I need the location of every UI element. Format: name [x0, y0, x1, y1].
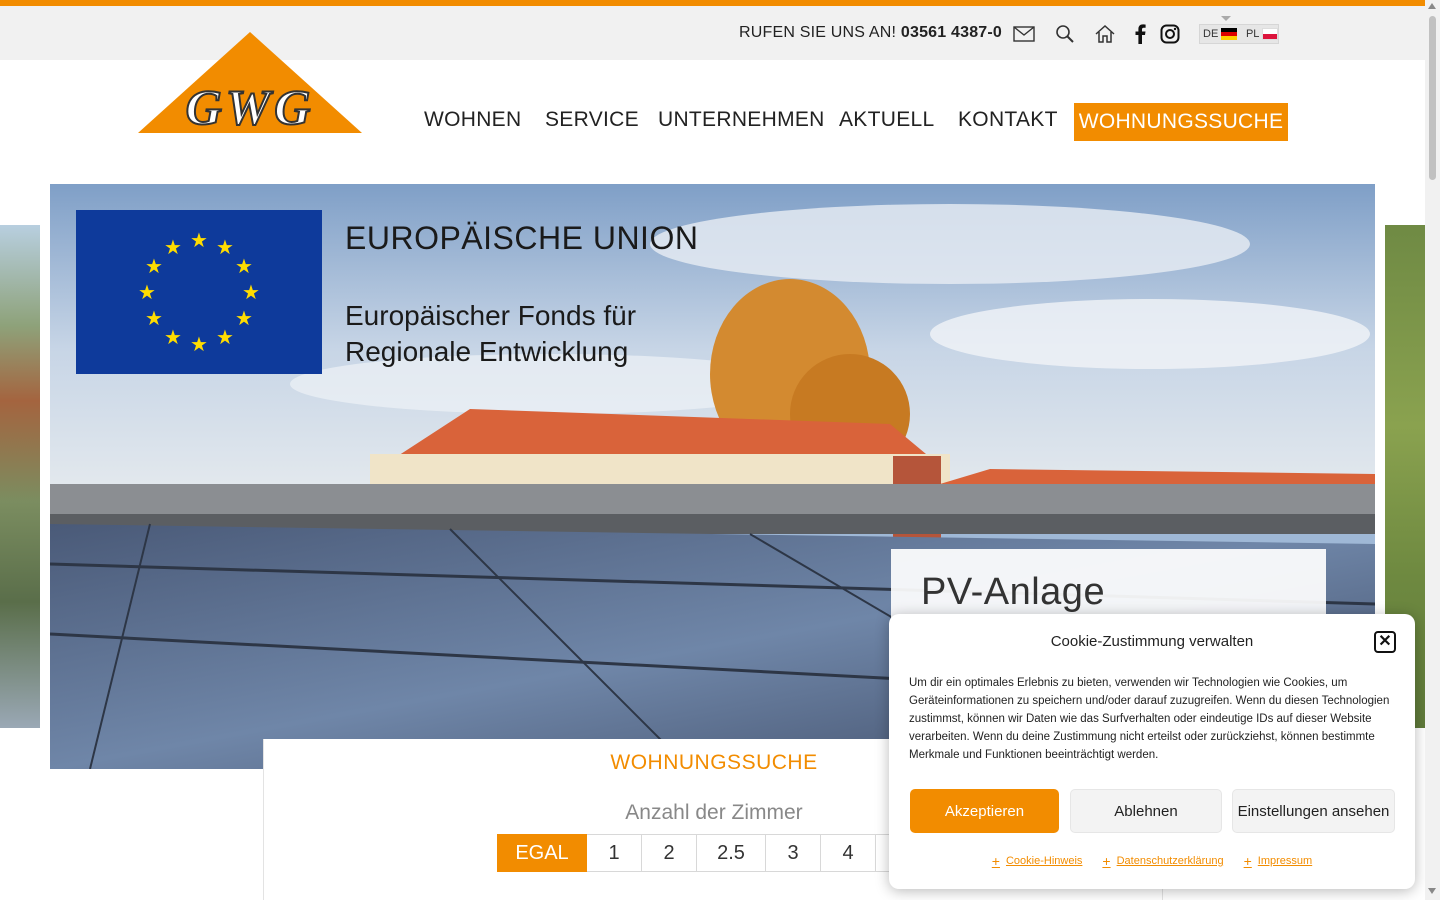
mail-icon[interactable] [1012, 22, 1036, 46]
poland-flag-icon[interactable] [1262, 28, 1278, 40]
search-icon[interactable] [1053, 22, 1077, 46]
svg-text:★: ★ [138, 280, 156, 304]
svg-text:★: ★ [145, 306, 163, 330]
svg-text:★: ★ [242, 280, 260, 304]
privacy-policy-label[interactable]: Datenschutzerklärung [1117, 855, 1224, 867]
nav-unternehmen[interactable]: UNTERNEHMEN [658, 108, 825, 132]
svg-text:★: ★ [190, 332, 208, 356]
room-option-3[interactable]: 3 [766, 834, 821, 872]
deny-button[interactable]: Ablehnen [1070, 789, 1222, 833]
room-option-2-5[interactable]: 2.5 [697, 834, 766, 872]
lang-de-label[interactable]: DE [1203, 28, 1218, 40]
view-preferences-button[interactable]: Einstellungen ansehen [1232, 789, 1395, 833]
room-option-1[interactable]: 1 [587, 834, 642, 872]
eu-subtitle-line2: Regionale Entwicklung [345, 336, 629, 367]
language-switcher[interactable]: DE PL [1199, 24, 1279, 44]
slider-prev-image[interactable] [0, 225, 40, 728]
cookie-consent-dialog: Cookie-Zustimmung verwalten ✕ Um dir ein… [889, 614, 1415, 889]
plus-icon: + [1102, 853, 1111, 869]
nav-service[interactable]: SERVICE [545, 108, 639, 132]
eu-subtitle-line1: Europäischer Fonds für [345, 300, 637, 331]
cookie-notice-label[interactable]: Cookie-Hinweis [1006, 855, 1082, 867]
nav-wohnen[interactable]: WOHNEN [424, 108, 521, 132]
slide-caption-title: PV-Anlage [921, 571, 1106, 613]
imprint-link[interactable]: + Impressum [1244, 853, 1313, 869]
cookie-links: + Cookie-Hinweis + Datenschutzerklärung + I… [889, 853, 1415, 869]
eu-subtitle: Europäischer Fonds für Regionale Entwick… [345, 298, 636, 370]
home-icon[interactable] [1093, 22, 1117, 46]
svg-text:★: ★ [164, 235, 182, 259]
svg-text:★: ★ [235, 306, 253, 330]
cookie-notice-link[interactable]: + Cookie-Hinweis [992, 853, 1083, 869]
germany-flag-icon[interactable] [1221, 28, 1237, 40]
plus-icon: + [1243, 853, 1252, 869]
scroll-up-icon[interactable] [1428, 3, 1436, 9]
svg-text:★: ★ [190, 228, 208, 252]
svg-text:★: ★ [216, 325, 234, 349]
language-caret-icon [1221, 16, 1231, 21]
page-scrollbar[interactable] [1425, 0, 1440, 900]
facebook-icon[interactable] [1128, 22, 1152, 46]
imprint-label[interactable]: Impressum [1258, 855, 1312, 867]
scroll-thumb[interactable] [1429, 16, 1436, 180]
close-icon[interactable]: ✕ [1374, 631, 1396, 653]
svg-text:★: ★ [145, 254, 163, 278]
phone-number[interactable]: 03561 4387-0 [901, 24, 1002, 41]
nav-kontakt[interactable]: KONTAKT [958, 108, 1058, 132]
eu-flag-icon: ★ ★ ★ ★ ★ ★ ★ ★ ★ ★ ★ ★ [76, 210, 322, 374]
instagram-icon[interactable] [1158, 22, 1182, 46]
rooms-selector: EGAL 1 2 2.5 3 4 [497, 834, 896, 872]
cookie-description: Um dir ein optimales Erlebnis zu bieten,… [909, 677, 1390, 761]
accept-button[interactable]: Akzeptieren [910, 789, 1059, 833]
svg-text:★: ★ [235, 254, 253, 278]
eu-title: EUROPÄISCHE UNION [345, 220, 699, 256]
nav-aktuell[interactable]: AKTUELL [839, 108, 934, 132]
svg-text:★: ★ [164, 325, 182, 349]
plus-icon: + [991, 853, 1000, 869]
lang-pl-label[interactable]: PL [1246, 28, 1259, 40]
nav-wohnungssuche-button[interactable]: WOHNUNGSSUCHE [1074, 103, 1288, 141]
gwg-logo[interactable]: GWG [138, 32, 362, 136]
cookie-title: Cookie-Zustimmung verwalten [1050, 633, 1254, 650]
privacy-policy-link[interactable]: + Datenschutzerklärung [1102, 853, 1223, 869]
room-option-2[interactable]: 2 [642, 834, 697, 872]
room-option-4[interactable]: 4 [821, 834, 876, 872]
call-prefix: RUFEN SIE UNS AN! [739, 24, 897, 41]
scroll-down-icon[interactable] [1428, 888, 1436, 894]
logo-text: GWG [186, 79, 315, 134]
svg-text:★: ★ [216, 235, 234, 259]
room-option-any[interactable]: EGAL [497, 834, 587, 872]
call-us: RUFEN SIE UNS AN! 03561 4387-0 [739, 24, 1002, 42]
